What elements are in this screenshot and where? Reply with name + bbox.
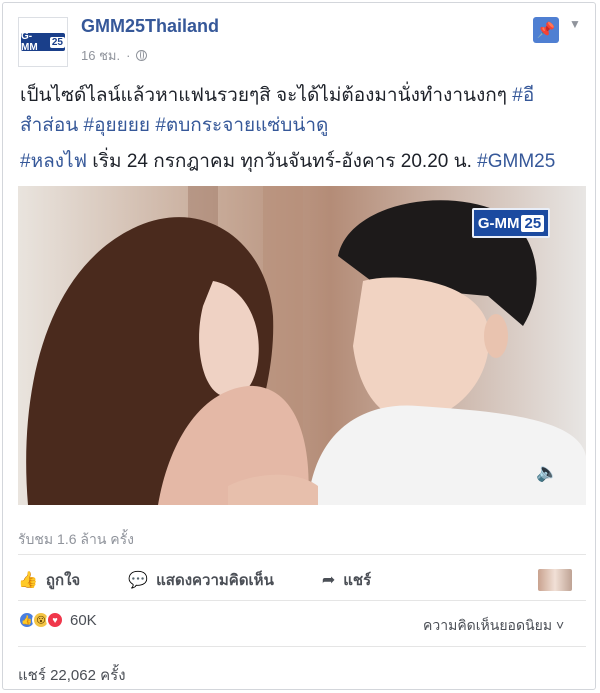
action-bar: 👍 ถูกใจ 💬 แสดงความคิดเห็น ➦ แชร์ xyxy=(18,563,586,597)
post-line-2: #หลงไฟ เริ่ม 24 กรกฎาคม ทุกวันจันทร์-อัง… xyxy=(20,151,556,172)
reaction-count: 60K xyxy=(70,611,97,629)
share-button[interactable]: ➦ แชร์ xyxy=(322,568,371,592)
post-line-1: เป็นไซด์ไลน์แล้วหาแฟนรวยๆสิ จะได้ไม่ต้อง… xyxy=(20,85,535,136)
love-reaction-icon: ♥ xyxy=(46,611,64,629)
hashtag-link[interactable]: #อุยยยย xyxy=(84,115,151,136)
viewer-avatar[interactable] xyxy=(538,569,572,591)
hashtag-link[interactable]: #ตบกระจายแซ่บน่าดู xyxy=(155,115,328,136)
thumbs-up-icon: 👍 xyxy=(18,572,38,589)
hashtag-link[interactable]: #หลงไฟ xyxy=(20,151,87,172)
like-button[interactable]: 👍 ถูกใจ xyxy=(18,568,80,592)
gmm25-logo: G-MM 25 xyxy=(21,31,65,53)
comment-icon: 💬 xyxy=(128,572,149,589)
divider xyxy=(18,554,586,555)
comment-button[interactable]: 💬 แสดงความคิดเห็น xyxy=(128,568,274,592)
share-arrow-icon: ➦ xyxy=(321,572,336,589)
pin-icon: 📌 xyxy=(536,22,556,39)
divider xyxy=(18,646,586,647)
comment-label: แสดงความคิดเห็น xyxy=(156,572,274,589)
post-message: เป็นไซด์ไลน์แล้วหาแฟนรวยๆสิ จะได้ไม่ต้อง… xyxy=(20,81,586,183)
meta-dot: · xyxy=(126,48,131,63)
globe-icon xyxy=(136,50,148,61)
share-count[interactable]: แชร์ 22,062 ครั้ง xyxy=(18,663,126,687)
divider xyxy=(18,600,586,601)
channel-logo: G-MM 25 xyxy=(472,208,550,238)
post-card: G-MM 25 GMM25Thailand 16 ชม. · 📌 ▼ เป็นไซ… xyxy=(2,2,596,690)
top-comments-dropdown[interactable]: ความคิดเห็นยอดนิยม ˅ xyxy=(423,615,564,637)
page-name-link[interactable]: GMM25Thailand xyxy=(81,16,219,37)
chevron-down-icon[interactable]: ▼ xyxy=(569,17,581,31)
post-meta: 16 ชม. · xyxy=(81,45,148,66)
reaction-summary[interactable]: 👍 😮 ♥ 60K xyxy=(18,611,97,629)
video-player[interactable]: G-MM 25 🔈 xyxy=(18,186,586,505)
view-count: รับชม 1.6 ล้าน ครั้ง xyxy=(18,531,134,547)
post-time[interactable]: 16 ชม. xyxy=(81,45,120,66)
hashtag-link[interactable]: #GMM25 xyxy=(477,151,555,172)
speaker-icon[interactable]: 🔈 xyxy=(536,462,558,483)
like-label: ถูกใจ xyxy=(45,572,81,589)
share-label: แชร์ xyxy=(343,572,372,589)
page-avatar[interactable]: G-MM 25 xyxy=(18,17,68,67)
pin-button[interactable]: 📌 xyxy=(533,17,559,43)
